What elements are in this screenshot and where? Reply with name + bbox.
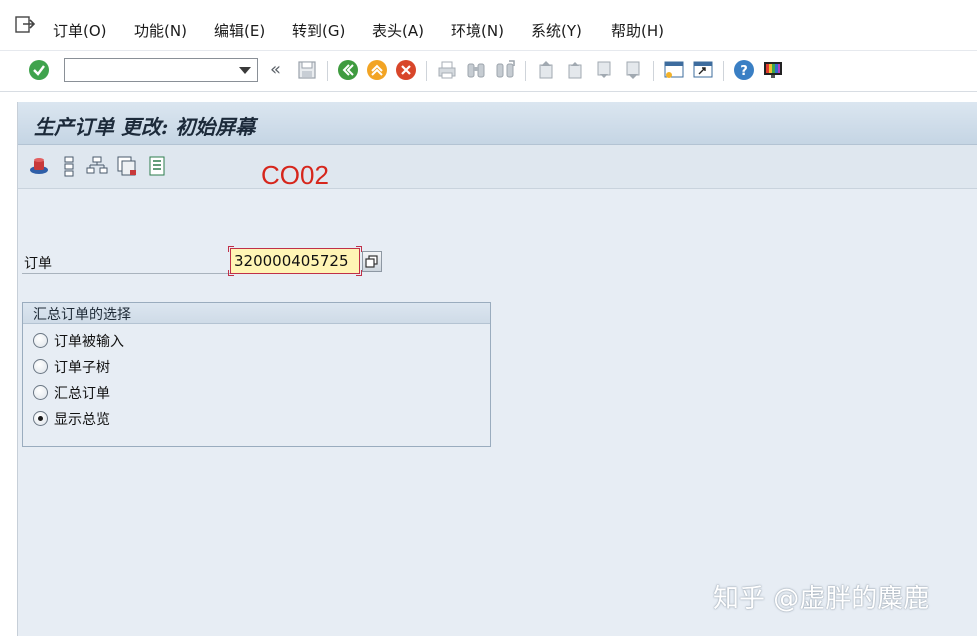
order-label-underline <box>22 273 230 274</box>
back-icon[interactable] <box>337 59 359 81</box>
find-icon[interactable] <box>465 59 487 81</box>
menu-edit[interactable]: 编辑(E) <box>214 20 265 41</box>
page-title: 生产订单 更改: 初始屏幕 <box>34 115 256 139</box>
menu-function[interactable]: 功能(N) <box>134 20 187 41</box>
order-field[interactable] <box>230 248 360 274</box>
standard-toolbar: « ? <box>0 51 977 92</box>
radio-label: 订单被输入 <box>54 334 124 350</box>
menu-help[interactable]: 帮助(H) <box>611 20 664 41</box>
double-left-icon[interactable]: « <box>270 61 281 79</box>
toolbar-separator <box>327 61 328 81</box>
radio-button[interactable] <box>33 385 48 400</box>
list-icon[interactable] <box>146 155 168 177</box>
main-screen: 生产订单 更改: 初始屏幕 CO02 订单 320000405725 汇总订单的… <box>17 102 977 636</box>
first-page-icon[interactable] <box>535 59 557 81</box>
exit-icon[interactable] <box>366 59 388 81</box>
title-bar: 生产订单 更改: 初始屏幕 <box>18 102 977 145</box>
menu-header[interactable]: 表头(A) <box>372 20 424 41</box>
order-label: 订单 <box>24 256 52 272</box>
menu-bar: 订单(O) 功能(N) 编辑(E) 转到(G) 表头(A) 环境(N) 系统(Y… <box>0 0 977 51</box>
shortcut-icon[interactable] <box>692 59 714 81</box>
save-icon[interactable] <box>296 59 318 81</box>
toolbar-separator <box>653 61 654 81</box>
order-input[interactable] <box>234 250 360 272</box>
radio-selected-dot <box>38 416 43 421</box>
toolbar-separator <box>723 61 724 81</box>
command-input[interactable] <box>69 60 238 82</box>
copy-icon <box>365 255 378 268</box>
field-corner-marker <box>228 270 234 276</box>
menu-goto[interactable]: 转到(G) <box>292 20 345 41</box>
command-field[interactable] <box>64 58 258 82</box>
print-icon[interactable] <box>436 59 458 81</box>
chevron-down-icon[interactable] <box>239 67 251 74</box>
cancel-icon[interactable] <box>395 59 417 81</box>
documents-icon[interactable] <box>116 155 138 177</box>
create-session-icon[interactable] <box>663 59 685 81</box>
transaction-code-annotation: CO02 <box>261 160 329 190</box>
menu-system[interactable]: 系统(Y) <box>531 20 582 41</box>
toolbar-separator <box>426 61 427 81</box>
radio-label: 汇总订单 <box>54 386 110 402</box>
group-header: 汇总订单的选择 <box>23 303 490 324</box>
hierarchy-icon[interactable] <box>86 155 108 177</box>
svg-text:?: ? <box>740 64 748 79</box>
toolbar-separator <box>525 61 526 81</box>
exit-menu-icon[interactable] <box>14 14 36 36</box>
radio-button[interactable] <box>33 333 48 348</box>
field-corner-marker <box>228 246 234 252</box>
menu-order[interactable]: 订单(O) <box>53 20 107 41</box>
possible-entries-button[interactable] <box>362 251 382 272</box>
customize-layout-icon[interactable] <box>762 59 784 81</box>
next-page-icon[interactable] <box>593 59 615 81</box>
last-page-icon[interactable] <box>622 59 644 81</box>
collective-order-group: 汇总订单的选择 订单被输入 订单子树 汇总订单 显示总览 <box>22 302 491 447</box>
application-toolbar <box>18 145 977 189</box>
radio-label: 订单子树 <box>54 360 110 376</box>
radio-label: 显示总览 <box>54 412 110 428</box>
radio-button[interactable] <box>33 359 48 374</box>
help-icon[interactable]: ? <box>733 59 755 81</box>
group-title: 汇总订单的选择 <box>33 307 131 323</box>
find-next-icon[interactable] <box>494 59 516 81</box>
watermark: 知乎 @虚胖的麋鹿 <box>713 584 930 614</box>
menu-environment[interactable]: 环境(N) <box>451 20 504 41</box>
check-icon[interactable] <box>28 59 50 81</box>
header-icon[interactable] <box>28 155 50 177</box>
previous-page-icon[interactable] <box>564 59 586 81</box>
structure-icon[interactable] <box>58 155 80 177</box>
radio-button[interactable] <box>33 411 48 426</box>
